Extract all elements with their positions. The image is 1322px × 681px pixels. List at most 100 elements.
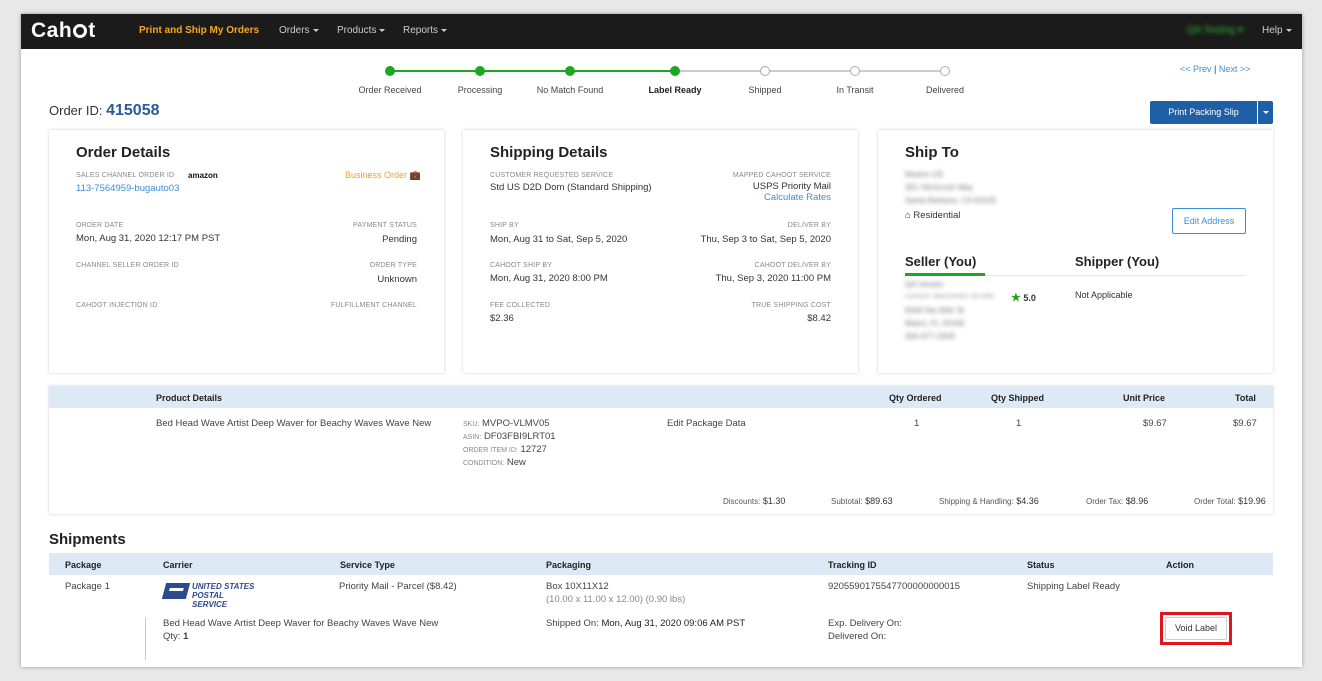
col-service-type: Service Type: [340, 560, 395, 570]
discounts: Discounts: $1.30: [723, 496, 785, 506]
shipment-status: Shipping Label Ready: [1027, 581, 1120, 592]
active-tab-indicator: [905, 273, 985, 276]
next-link[interactable]: Next >>: [1219, 64, 1251, 74]
caret-down-icon: [379, 28, 386, 32]
col-unit-price: Unit Price: [1123, 393, 1166, 403]
product-asin: ASIN: DF03FBI9LRT01: [463, 431, 556, 442]
asin-label: ASIN:: [463, 434, 482, 441]
cahoot-deliver-by: Thu, Sep 3, 2020 11:00 PM: [715, 273, 831, 284]
nav-products-label: Products: [337, 25, 377, 36]
address-type-label: Residential: [913, 210, 961, 221]
col-total: Total: [1235, 393, 1256, 403]
tab-seller[interactable]: Seller (You): [905, 254, 976, 269]
user-name: QA Testing: [1187, 25, 1236, 36]
deliver-by: Thu, Sep 3 to Sat, Sep 5, 2020: [700, 234, 831, 245]
col-tracking-id: Tracking ID: [828, 560, 877, 570]
shipped-item-name: Bed Head Wave Artist Deep Waver for Beac…: [163, 618, 439, 629]
qty-value: 1: [183, 631, 189, 642]
progress-step-label: In Transit: [836, 85, 874, 95]
tracking-id-link[interactable]: 9205590175547700000000015: [828, 581, 960, 592]
packaging-type: Box 10X11X12: [546, 581, 609, 592]
progress-step-dot: [760, 66, 770, 76]
nav-print-ship[interactable]: Print and Ship My Orders: [139, 25, 259, 36]
help-menu[interactable]: Help: [1262, 25, 1292, 36]
caret-down-icon: [1285, 28, 1292, 32]
channel-seller-label: CHANNEL SELLER ORDER ID: [76, 262, 179, 269]
caret-down-icon: [312, 28, 319, 32]
carrier-line-1: UNITED STATES: [192, 582, 255, 591]
progress-step-label: Processing: [457, 85, 503, 95]
address-type: ⌂ Residential: [905, 210, 960, 221]
cahoot-ship-by-label: CAHOOT SHIP BY: [490, 262, 553, 269]
seller-address-1: 8340 Nw 66th St: [905, 306, 965, 315]
product-table-header: Product Details Qty Ordered Qty Shipped …: [49, 386, 1273, 408]
discounts-value: $1.30: [762, 496, 786, 506]
app-window: Cah t Print and Ship My Orders Orders Pro…: [21, 14, 1302, 667]
nav-products[interactable]: Products: [337, 25, 386, 36]
progress-step-dot: [670, 66, 680, 76]
recipient-address-1: 301 Hitchcock Way: [905, 183, 974, 192]
shipments-table-header: Package Carrier Service Type Packaging T…: [49, 553, 1273, 575]
recipient-address-2: Santa Barbara, CA 93105: [905, 196, 997, 205]
order-tax-label: Order Tax:: [1086, 497, 1124, 506]
true-cost-label: TRUE SHIPPING COST: [751, 302, 831, 309]
amazon-logo: amazon: [188, 171, 218, 180]
help-label: Help: [1262, 25, 1283, 36]
sales-channel-order-id[interactable]: 113-7564959-bugauto03: [76, 183, 179, 194]
top-navbar: Cah t Print and Ship My Orders Orders Pro…: [21, 14, 1302, 49]
calculate-rates-link[interactable]: Calculate Rates: [764, 192, 831, 203]
print-options-dropdown[interactable]: [1258, 101, 1273, 124]
col-status: Status: [1027, 560, 1055, 570]
print-packing-slip-button[interactable]: Print Packing Slip: [1150, 101, 1257, 124]
mapped-service: USPS Priority Mail: [752, 181, 831, 192]
order-details-card: Order Details SALES CHANNEL ORDER ID ama…: [49, 130, 444, 373]
line-total: $9.67: [1233, 418, 1257, 429]
unit-price: $9.67: [1143, 418, 1167, 429]
order-type-label: ORDER TYPE: [369, 262, 417, 269]
prev-link[interactable]: << Prev: [1180, 64, 1212, 74]
progress-step-label: Delivered: [925, 85, 965, 95]
progress-step-dot: [475, 66, 485, 76]
void-label-highlight: Void Label: [1160, 612, 1232, 645]
edit-address-button[interactable]: Edit Address: [1172, 208, 1246, 234]
void-label-button[interactable]: Void Label: [1165, 617, 1227, 640]
injection-id-label: CAHOOT INJECTION ID: [76, 302, 158, 309]
customer-service: Std US D2D Dom (Standard Shipping): [490, 182, 652, 193]
payment-status-label: PAYMENT STATUS: [353, 222, 417, 229]
nav-orders-label: Orders: [279, 25, 310, 36]
product-condition: CONDITION: New: [463, 457, 526, 468]
col-qty-shipped: Qty Shipped: [991, 393, 1045, 403]
progress-step-dot: [385, 66, 395, 76]
ship-to-card: Ship To Marlon US 301 Hitchcock Way Sant…: [878, 130, 1273, 373]
ship-by-label: SHIP BY: [490, 222, 519, 229]
ship-by: Mon, Aug 31 to Sat, Sep 5, 2020: [490, 234, 628, 245]
item-id-value: 12727: [520, 444, 547, 455]
product-table: Product Details Qty Ordered Qty Shipped …: [49, 386, 1273, 514]
nav-reports[interactable]: Reports: [403, 25, 448, 36]
col-carrier: Carrier: [163, 560, 193, 570]
edit-package-data-link[interactable]: Edit Package Data: [667, 418, 746, 429]
discounts-label: Discounts:: [723, 497, 761, 506]
shipped-item-qty: Qty: 1: [163, 631, 188, 642]
order-date-label: ORDER DATE: [76, 222, 124, 229]
nav-orders[interactable]: Orders: [279, 25, 319, 36]
product-sku: SKU: MVPO-VLMV05: [463, 418, 550, 429]
nav-reports-label: Reports: [403, 25, 439, 36]
product-item-id: ORDER ITEM ID: 12727: [463, 444, 547, 455]
merchant-rating-label: CAHOOT MERCHANT RATING: [905, 294, 995, 300]
merchant-rating: ★ 5.0: [1011, 291, 1036, 304]
deliver-by-label: DELIVER BY: [787, 222, 831, 229]
cahoot-ship-by: Mon, Aug 31, 2020 8:00 PM: [490, 273, 608, 284]
progress-line-todo: [675, 70, 945, 72]
usps-eagle-icon: [161, 583, 191, 599]
seller-name: QA Vendor: [905, 280, 944, 289]
user-menu[interactable]: QA Testing ▾: [1187, 25, 1243, 36]
progress-step-label: Label Ready: [648, 85, 702, 95]
payment-status: Pending: [382, 234, 417, 245]
sku-label: SKU:: [463, 421, 480, 428]
cahoot-logo[interactable]: Cah t: [31, 19, 96, 43]
tab-shipper[interactable]: Shipper (You): [1075, 254, 1159, 269]
merchant-rating-value: 5.0: [1023, 293, 1036, 303]
seller-address-2: Miami, FL 33166: [905, 319, 965, 328]
item-id-label: ORDER ITEM ID:: [463, 447, 518, 454]
